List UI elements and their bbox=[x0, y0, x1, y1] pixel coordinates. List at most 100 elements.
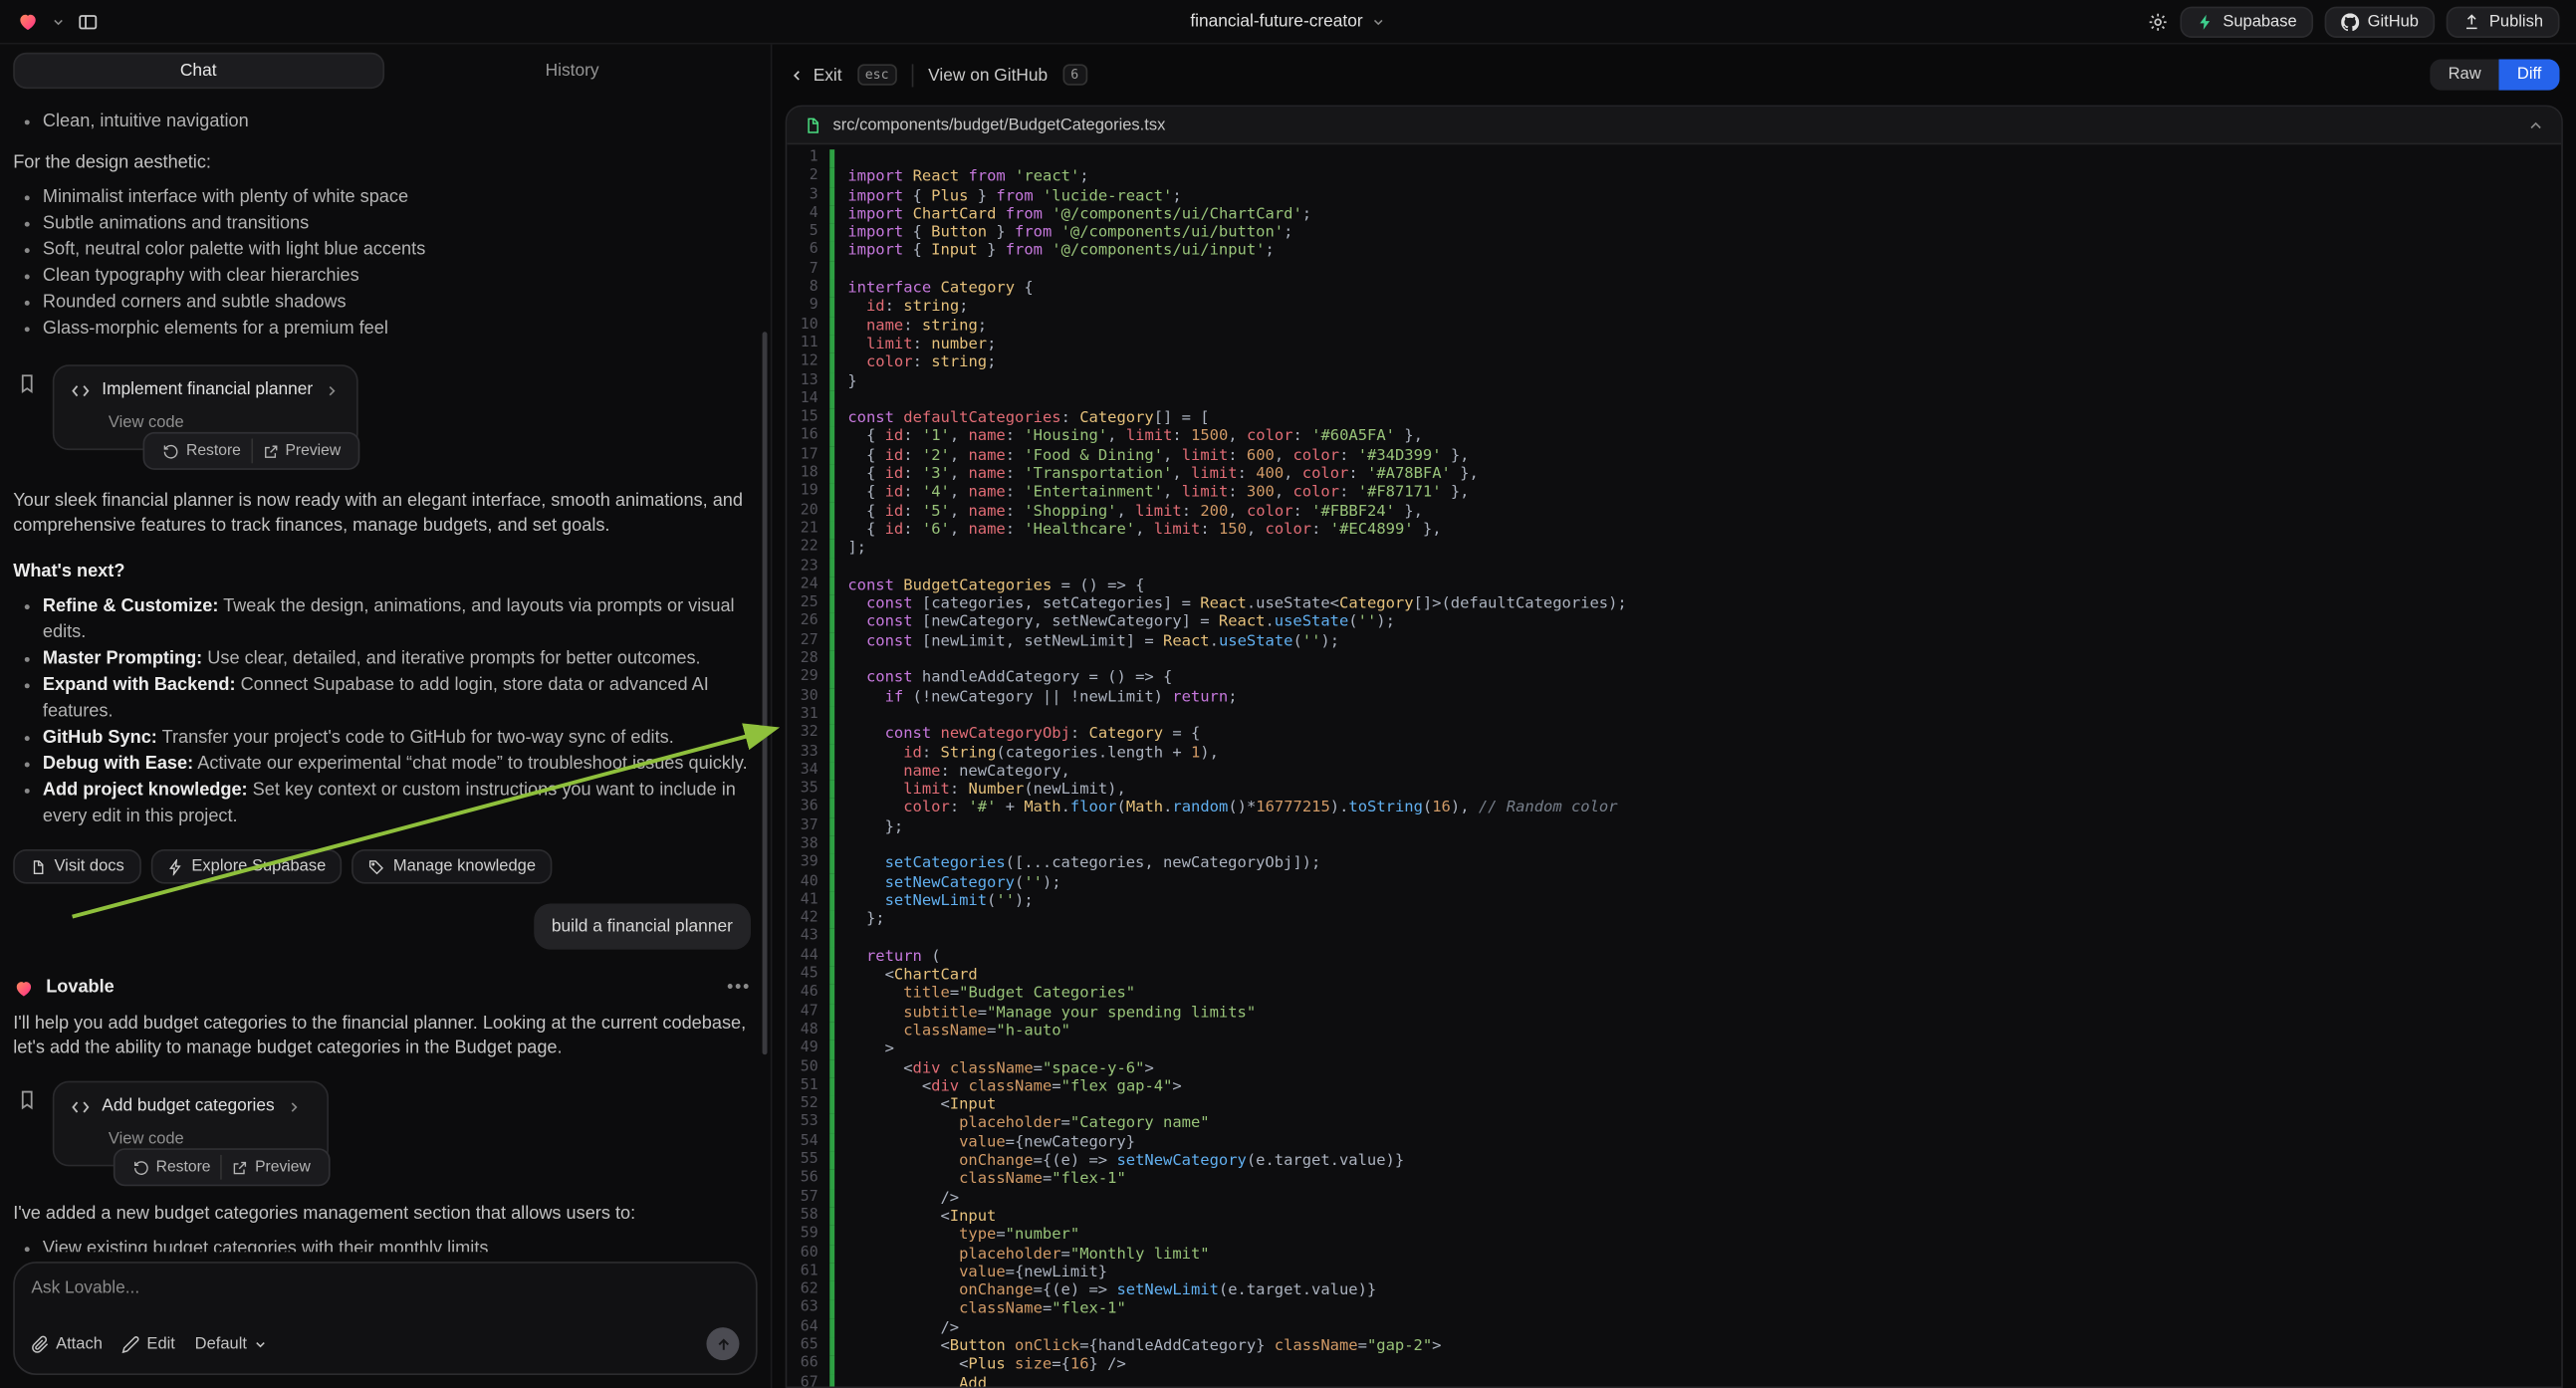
supabase-button[interactable]: Supabase bbox=[2180, 6, 2313, 37]
tab-chat[interactable]: Chat bbox=[13, 53, 383, 89]
code-text: const newCategoryObj: Category = { bbox=[834, 725, 1200, 744]
code-line: 62 onChange={(e) => setNewLimit(e.target… bbox=[787, 1281, 2561, 1300]
line-number: 20 bbox=[787, 502, 829, 521]
code-text: name: string; bbox=[834, 317, 987, 336]
code-text bbox=[834, 650, 847, 669]
tab-history[interactable]: History bbox=[387, 53, 758, 89]
code-line: 60 placeholder="Monthly limit" bbox=[787, 1245, 2561, 1264]
code-text: limit: Number(newLimit), bbox=[834, 781, 1126, 800]
code-text: if (!newCategory || !newLimit) return; bbox=[834, 688, 1237, 707]
composer-input[interactable] bbox=[31, 1278, 739, 1308]
add-budget-card-row: Add budget categories View code Restore bbox=[16, 1081, 751, 1167]
settings-gear-icon[interactable] bbox=[2147, 11, 2168, 32]
code-text: { id: '4', name: 'Entertainment', limit:… bbox=[834, 484, 1469, 503]
line-number: 14 bbox=[787, 390, 829, 409]
preview-button[interactable]: Preview bbox=[220, 1155, 320, 1180]
restore-button[interactable]: Restore bbox=[153, 439, 251, 464]
project-name: financial-future-creator bbox=[1190, 12, 1362, 32]
github-button[interactable]: GitHub bbox=[2325, 6, 2436, 37]
line-number: 62 bbox=[787, 1281, 829, 1300]
code-editor[interactable]: 12import React from 'react';3import { Pl… bbox=[787, 144, 2561, 1386]
chat-scroll-area: Clean, intuitive navigation For the desi… bbox=[0, 92, 771, 1252]
chat-panel: Chat History Clean, intuitive navigation… bbox=[0, 45, 772, 1388]
code-text: setNewLimit(''); bbox=[834, 892, 1034, 911]
code-text: const handleAddCategory = () => { bbox=[834, 669, 1172, 688]
code-line: 28 bbox=[787, 650, 2561, 669]
line-number: 3 bbox=[787, 186, 829, 205]
code-text: id: string; bbox=[834, 298, 968, 317]
line-number: 24 bbox=[787, 577, 829, 595]
code-line: 7 bbox=[787, 261, 2561, 280]
chat-history-tabs: Chat History bbox=[13, 53, 757, 89]
restore-button[interactable]: Restore bbox=[123, 1155, 221, 1180]
code-line: 18 { id: '3', name: 'Transportation', li… bbox=[787, 465, 2561, 484]
quick-actions-row: Visit docs Explore Supabase Manage knowl… bbox=[13, 849, 751, 884]
bookmark-icon[interactable] bbox=[16, 373, 37, 394]
line-number: 29 bbox=[787, 669, 829, 688]
sidebar-toggle-icon[interactable] bbox=[78, 11, 99, 32]
line-number: 40 bbox=[787, 873, 829, 892]
external-link-icon bbox=[232, 1159, 248, 1175]
preview-button[interactable]: Preview bbox=[251, 439, 351, 464]
line-number: 54 bbox=[787, 1133, 829, 1152]
line-number: 51 bbox=[787, 1077, 829, 1096]
code-line: 16 { id: '1', name: 'Housing', limit: 15… bbox=[787, 428, 2561, 447]
supabase-bolt-icon bbox=[2197, 12, 2215, 30]
chat-scrollbar[interactable] bbox=[763, 332, 768, 1054]
bookmark-icon[interactable] bbox=[16, 1089, 37, 1110]
send-button[interactable] bbox=[706, 1327, 739, 1360]
lovable-logo-heart-icon[interactable] bbox=[16, 10, 39, 33]
code-text: { id: '3', name: 'Transportation', limit… bbox=[834, 465, 1479, 484]
publish-button[interactable]: Publish bbox=[2447, 6, 2560, 37]
code-line: 1 bbox=[787, 149, 2561, 168]
code-line: 10 name: string; bbox=[787, 317, 2561, 336]
line-number: 8 bbox=[787, 280, 829, 299]
add-budget-card-header[interactable]: Add budget categories bbox=[71, 1094, 311, 1119]
code-line: 36 color: '#' + Math.floor(Math.random()… bbox=[787, 799, 2561, 817]
line-number: 37 bbox=[787, 817, 829, 836]
line-number: 19 bbox=[787, 484, 829, 503]
code-text: color: string; bbox=[834, 353, 996, 372]
code-line: 23 bbox=[787, 558, 2561, 577]
code-text: }; bbox=[834, 910, 884, 929]
code-line: 51 <div className="flex gap-4"> bbox=[787, 1077, 2561, 1096]
implement-card-header[interactable]: Implement financial planner bbox=[71, 377, 341, 402]
code-text: import React from 'react'; bbox=[834, 168, 1088, 187]
code-line: 64 /> bbox=[787, 1318, 2561, 1337]
code-text bbox=[834, 558, 847, 577]
code-text: placeholder="Category name" bbox=[834, 1114, 1209, 1133]
exit-button[interactable]: Exit bbox=[789, 65, 842, 85]
logo-chevron-down-icon[interactable] bbox=[51, 14, 66, 29]
line-number: 38 bbox=[787, 836, 829, 855]
view-on-github-button[interactable]: View on GitHub bbox=[928, 65, 1048, 85]
manage-knowledge-button[interactable]: Manage knowledge bbox=[352, 849, 553, 884]
explore-supabase-button[interactable]: Explore Supabase bbox=[150, 849, 343, 884]
code-line: 45 <ChartCard bbox=[787, 966, 2561, 985]
raw-button[interactable]: Raw bbox=[2430, 59, 2498, 90]
edit-button[interactable]: Edit bbox=[122, 1335, 175, 1353]
visit-docs-button[interactable]: Visit docs bbox=[13, 849, 140, 884]
code-text: { id: '5', name: 'Shopping', limit: 200,… bbox=[834, 502, 1423, 521]
code-text: title="Budget Categories" bbox=[834, 985, 1135, 1004]
code-line: 12 color: string; bbox=[787, 353, 2561, 372]
default-mode-button[interactable]: Default bbox=[195, 1335, 269, 1353]
file-path-bar[interactable]: src/components/budget/BudgetCategories.t… bbox=[787, 107, 2561, 144]
code-line: 50 <div className="space-y-6"> bbox=[787, 1058, 2561, 1077]
code-line: 67 Add bbox=[787, 1374, 2561, 1386]
attach-button[interactable]: Attach bbox=[31, 1335, 103, 1353]
line-number: 11 bbox=[787, 336, 829, 354]
line-number: 39 bbox=[787, 854, 829, 873]
more-options-icon[interactable]: ••• bbox=[727, 976, 751, 1001]
code-text: <div className="flex gap-4"> bbox=[834, 1077, 1182, 1096]
collapse-chevron-icon[interactable] bbox=[2527, 116, 2545, 133]
code-text: value={newCategory} bbox=[834, 1133, 1135, 1152]
project-dropdown[interactable]: financial-future-creator bbox=[1190, 12, 1385, 32]
file-path: src/components/budget/BudgetCategories.t… bbox=[832, 116, 1165, 133]
assistant-intro-text: I'll help you add budget categories to t… bbox=[13, 1012, 751, 1060]
top-bullet-list: Clean, intuitive navigation bbox=[13, 109, 751, 134]
design-bullet-list: Minimalist interface with plenty of whit… bbox=[13, 184, 751, 342]
code-line: 19 { id: '4', name: 'Entertainment', lim… bbox=[787, 484, 2561, 503]
line-number: 28 bbox=[787, 650, 829, 669]
code-line: 25 const [categories, setCategories] = R… bbox=[787, 594, 2561, 613]
diff-button[interactable]: Diff bbox=[2499, 59, 2560, 90]
